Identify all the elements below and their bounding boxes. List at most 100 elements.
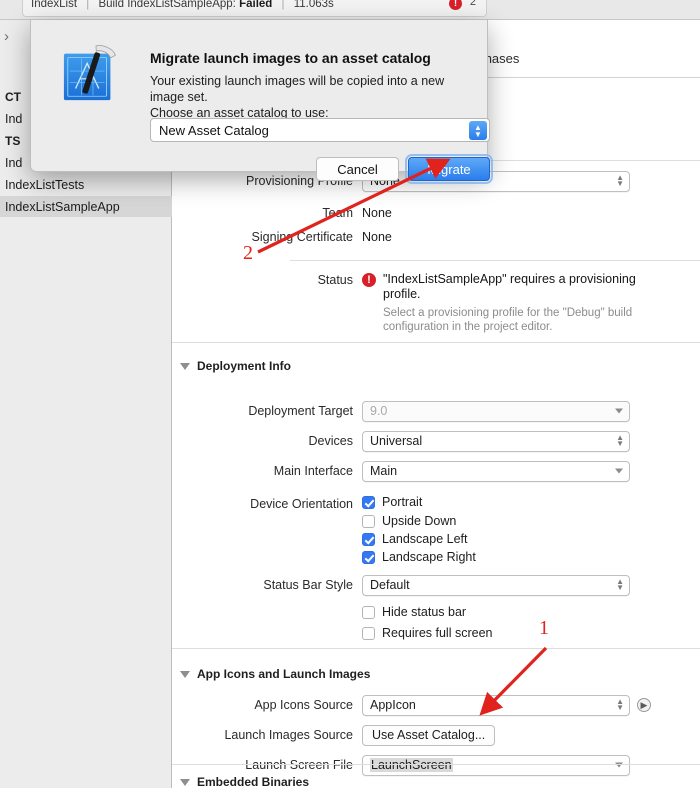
status-separator-2: | <box>281 0 285 10</box>
checkbox-label: Landscape Left <box>382 532 468 546</box>
section-app-icons-launch-images[interactable]: App Icons and Launch Images <box>172 664 700 684</box>
xcode-app-icon <box>63 45 116 101</box>
section-title: Embedded Binaries <box>197 775 310 788</box>
divider-deployment-top <box>172 342 700 343</box>
main-interface-value: Main <box>370 464 398 478</box>
checkbox-portrait[interactable] <box>362 495 375 509</box>
row-deployment-target: Deployment Target 9.0 <box>172 400 700 422</box>
asset-catalog-select[interactable]: New Asset Catalog ▲ ▼ <box>150 118 490 142</box>
app-icons-source-label: App Icons Source <box>254 698 353 712</box>
row-main-interface: Main Interface Main <box>172 460 700 482</box>
sheet-body-line1: Your existing launch images will be copi… <box>150 74 445 104</box>
row-app-icons-source: App Icons Source AppIcon ▲ ▼ ▶ <box>172 694 700 716</box>
checkbox-row-upside-down[interactable]: Upside Down <box>172 512 700 530</box>
checkbox-row-portrait[interactable]: Portrait <box>172 493 700 511</box>
error-badge-icon[interactable]: ! <box>449 0 462 10</box>
sidebar-item-indexlisttests[interactable]: IndexListTests <box>0 174 172 195</box>
build-scheme-name: IndexList <box>31 0 78 10</box>
devices-label: Devices <box>308 434 353 448</box>
status-bar-style-label: Status Bar Style <box>263 578 353 592</box>
main-interface-combo[interactable]: Main <box>362 460 630 482</box>
checkbox-label: Upside Down <box>382 514 457 528</box>
divider-status <box>290 260 700 261</box>
build-status-text: IndexList | Build IndexListSampleApp: Fa… <box>31 0 334 16</box>
status-separator-1: | <box>86 0 90 10</box>
stepper-icon[interactable]: ▲ ▼ <box>616 578 624 592</box>
section-title: Deployment Info <box>197 359 292 373</box>
chevron-right-icon[interactable]: › <box>4 28 9 45</box>
sheet-body-text: Your existing launch images will be copi… <box>150 73 470 121</box>
divider-app-icons-top <box>172 648 700 649</box>
row-status-bar-style: Status Bar Style Default ▲ ▼ <box>172 574 700 596</box>
main-interface-label: Main Interface <box>273 464 353 478</box>
status-label: Status <box>317 273 353 287</box>
error-count-label: 2 <box>469 0 476 8</box>
error-icon: ! <box>362 273 376 287</box>
stepper-icon[interactable]: ▲ ▼ <box>616 698 624 712</box>
checkbox-row-requires-full-screen[interactable]: Requires full screen <box>172 624 700 642</box>
disclosure-triangle-icon[interactable] <box>180 362 190 370</box>
devices-value: Universal <box>370 434 423 448</box>
section-deployment-info[interactable]: Deployment Info <box>172 356 700 376</box>
deployment-target-combo[interactable]: 9.0 <box>362 400 630 422</box>
checkbox-upside-down[interactable] <box>362 514 375 528</box>
arrow-right-circle-icon[interactable]: ▶ <box>637 698 651 712</box>
checkbox-label: Requires full screen <box>382 626 493 640</box>
migrate-button[interactable]: Migrate <box>408 157 490 181</box>
xcode-window: IndexList | Build IndexListSampleApp: Fa… <box>0 0 700 788</box>
checkbox-row-hide-status-bar[interactable]: Hide status bar <box>172 603 700 621</box>
devices-select[interactable]: Universal ▲ ▼ <box>362 430 630 452</box>
build-duration-text: 11.063s <box>293 0 334 10</box>
chevron-down-icon[interactable] <box>615 468 623 474</box>
annotation-label-1: 1 <box>539 617 549 639</box>
sidebar-item-label: Ind <box>5 111 23 126</box>
status-bar-style-select[interactable]: Default ▲ ▼ <box>362 574 630 596</box>
launch-images-source-label: Launch Images Source <box>224 728 353 742</box>
use-asset-catalog-button[interactable]: Use Asset Catalog... <box>362 724 496 746</box>
signing-certificate-value: None <box>362 230 392 244</box>
deployment-target-value: 9.0 <box>370 404 388 418</box>
annotation-label-2: 2 <box>243 242 253 264</box>
sidebar-item-label: IndexListTests <box>5 177 85 192</box>
checkbox-requires-full-screen[interactable] <box>362 626 375 640</box>
sidebar-item-label: Ind <box>5 155 23 170</box>
disclosure-triangle-icon[interactable] <box>180 670 190 678</box>
checkbox-row-landscape-right[interactable]: Landscape Right <box>172 548 700 566</box>
chevron-down-icon[interactable] <box>615 408 623 414</box>
status-text-block: "IndexListSampleApp" requires a provisio… <box>383 272 661 334</box>
section-embedded-binaries[interactable]: Embedded Binaries <box>172 772 700 788</box>
sidebar-item-label: IndexListSampleApp <box>5 199 120 214</box>
stepper-icon[interactable]: ▲ ▼ <box>469 121 487 140</box>
provisioning-profile-select[interactable]: None ▲ ▼ <box>362 170 630 192</box>
asset-catalog-value: New Asset Catalog <box>159 122 269 138</box>
status-bar-style-value: Default <box>370 578 410 592</box>
sheet-title: Migrate launch images to an asset catalo… <box>150 50 431 66</box>
sidebar-item-indexlistsampleapp[interactable]: IndexListSampleApp <box>0 196 172 217</box>
build-status-capsule[interactable]: IndexList | Build IndexListSampleApp: Fa… <box>22 0 487 17</box>
launch-screen-file-value: LaunchScreen <box>370 758 453 772</box>
checkbox-landscape-left[interactable] <box>362 532 375 546</box>
app-icons-source-select[interactable]: AppIcon ▲ ▼ <box>362 694 630 716</box>
stepper-icon[interactable]: ▲ ▼ <box>616 174 624 188</box>
build-action-text: Build IndexListSampleApp: <box>98 0 236 10</box>
signing-certificate-label: Signing Certificate <box>251 230 353 244</box>
migrate-launch-images-sheet: Migrate launch images to an asset catalo… <box>30 20 493 184</box>
status-detail-line2: configuration in the project editor. <box>383 321 553 333</box>
checkbox-row-landscape-left[interactable]: Landscape Left <box>172 530 700 548</box>
checkbox-hide-status-bar[interactable] <box>362 605 375 619</box>
cancel-button[interactable]: Cancel <box>316 157 399 181</box>
divider-embedded-top <box>172 764 700 765</box>
row-status: Status ! "IndexListSampleApp" requires a… <box>172 272 700 334</box>
checkbox-landscape-right[interactable] <box>362 550 375 564</box>
deployment-target-label: Deployment Target <box>248 404 353 418</box>
status-message: "IndexListSampleApp" requires a provisio… <box>383 272 636 301</box>
build-result-text: Failed <box>239 0 273 10</box>
sidebar-item-label: CT <box>5 89 21 104</box>
checkbox-label: Hide status bar <box>382 605 467 619</box>
row-devices: Devices Universal ▲ ▼ <box>172 430 700 452</box>
stepper-icon[interactable]: ▲ ▼ <box>616 434 624 448</box>
row-launch-images-source: Launch Images Source Use Asset Catalog..… <box>172 724 700 746</box>
row-team: Team None <box>172 202 700 224</box>
app-icons-source-value: AppIcon <box>370 698 416 712</box>
disclosure-triangle-icon[interactable] <box>180 778 190 786</box>
